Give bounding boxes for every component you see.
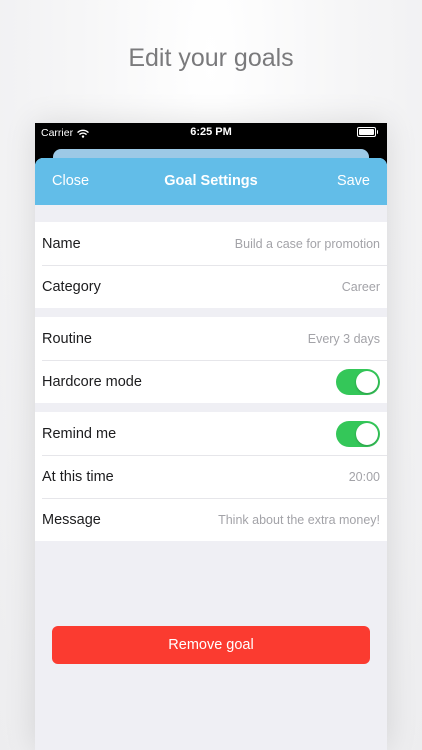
navigation-bar: Close Goal Settings Save — [35, 158, 387, 205]
status-time: 6:25 PM — [190, 126, 232, 138]
category-row[interactable]: Category Career — [35, 265, 387, 308]
goal-settings-sheet: Close Goal Settings Save Name Build a ca… — [35, 158, 387, 750]
routine-group: Routine Every 3 days Hardcore mode — [35, 317, 387, 403]
reminder-time-row[interactable]: At this time 20:00 — [35, 455, 387, 498]
toggle-knob — [356, 370, 378, 393]
toggle-knob — [356, 422, 378, 445]
remind-me-label: Remind me — [42, 425, 117, 442]
hardcore-mode-toggle[interactable] — [336, 368, 380, 395]
name-row[interactable]: Name Build a case for promotion — [35, 222, 387, 265]
reminder-time-value[interactable]: 20:00 — [349, 470, 380, 484]
name-value[interactable]: Build a case for promotion — [235, 237, 380, 251]
battery-icon — [357, 127, 378, 137]
hardcore-mode-row: Hardcore mode — [35, 360, 387, 403]
remind-me-toggle[interactable] — [336, 420, 380, 447]
remove-goal-button[interactable]: Remove goal — [52, 626, 370, 664]
category-label: Category — [42, 278, 101, 295]
message-row[interactable]: Message Think about the extra money! — [35, 498, 387, 541]
category-value[interactable]: Career — [342, 280, 380, 294]
phone-screen: Carrier 6:25 PM Close Goal Settings Save… — [35, 123, 387, 750]
close-button[interactable]: Close — [52, 158, 89, 205]
status-bar: Carrier 6:25 PM — [35, 123, 387, 143]
remind-me-row: Remind me — [35, 412, 387, 455]
reminder-time-label: At this time — [42, 468, 114, 485]
page-headline: Edit your goals — [128, 44, 294, 72]
routine-row[interactable]: Routine Every 3 days — [35, 317, 387, 360]
message-label: Message — [42, 511, 101, 528]
goal-info-group: Name Build a case for promotion Category… — [35, 222, 387, 308]
save-button[interactable]: Save — [337, 158, 370, 205]
routine-label: Routine — [42, 330, 92, 347]
hardcore-mode-label: Hardcore mode — [42, 373, 142, 390]
reminder-group: Remind me At this time 20:00 Message Thi… — [35, 412, 387, 541]
routine-value[interactable]: Every 3 days — [308, 332, 380, 346]
message-value[interactable]: Think about the extra money! — [218, 513, 380, 527]
name-label: Name — [42, 235, 81, 252]
